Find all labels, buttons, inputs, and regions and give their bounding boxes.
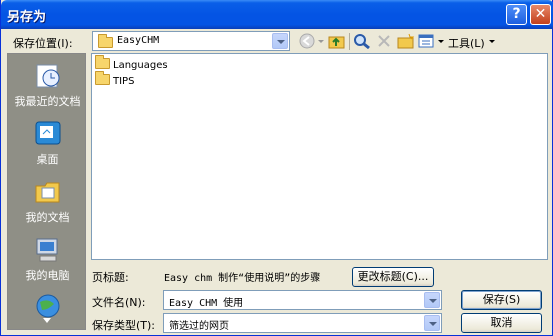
- save-button[interactable]: 保存(S): [461, 290, 542, 310]
- up-folder-icon[interactable]: [328, 33, 346, 49]
- close-button[interactable]: ✕: [530, 4, 551, 25]
- title-bar[interactable]: 另存为 ? ✕: [1, 0, 553, 29]
- filename-field[interactable]: Easy CHM 使用: [163, 290, 442, 310]
- filename-label: 文件名(N):: [92, 296, 146, 309]
- tools-menu[interactable]: 工具(L): [448, 35, 485, 51]
- delete-icon[interactable]: [376, 33, 392, 49]
- view-menu-icon[interactable]: [418, 33, 436, 49]
- place-recent-documents[interactable]: 我最近的文档: [8, 62, 87, 109]
- view-dropdown-icon[interactable]: [437, 33, 445, 49]
- folder-icon: [95, 71, 110, 85]
- place-label: 我的电脑: [25, 269, 70, 282]
- recent-documents-icon: [36, 64, 59, 88]
- place-my-documents[interactable]: 我的文档: [8, 178, 87, 225]
- cancel-button[interactable]: 取消: [461, 313, 542, 333]
- toolbar-separator: [349, 33, 350, 50]
- chevron-down-icon[interactable]: [424, 315, 440, 331]
- desktop-icon: [35, 121, 60, 145]
- my-computer-icon: [36, 238, 57, 262]
- filetype-label: 保存类型(T):: [92, 319, 156, 332]
- window-title: 另存为: [7, 10, 47, 25]
- place-label: 我的文档: [25, 211, 70, 224]
- save-as-dialog: 另存为 ? ✕ 保存位置(I): EasyCHM 工具(L) 我最近的文档 桌面…: [0, 0, 553, 336]
- list-item[interactable]: Languages: [95, 55, 168, 71]
- place-desktop[interactable]: 桌面: [8, 120, 87, 167]
- places-bar: 我最近的文档 桌面 我的文档 我的电脑: [7, 53, 86, 330]
- folder-icon: [98, 34, 113, 48]
- back-dropdown-icon[interactable]: [317, 33, 325, 49]
- chevron-down-icon[interactable]: [424, 292, 440, 308]
- place-my-computer[interactable]: 我的电脑: [8, 236, 87, 283]
- folder-icon: [95, 55, 110, 69]
- place-label: 桌面: [36, 153, 59, 166]
- tools-dropdown-icon[interactable]: [488, 33, 496, 49]
- change-title-button[interactable]: 更改标题(C)...: [352, 267, 434, 287]
- new-folder-icon[interactable]: [397, 33, 415, 49]
- chevron-down-icon[interactable]: [272, 33, 288, 49]
- list-item[interactable]: TIPS: [95, 71, 135, 87]
- help-button[interactable]: ?: [506, 4, 527, 25]
- page-title-value: Easy chm 制作“使用说明”的步骤: [164, 273, 321, 284]
- scroll-down-icon[interactable]: [43, 318, 51, 327]
- filetype-value: 筛选过的网页: [169, 321, 229, 332]
- back-icon[interactable]: [299, 33, 317, 49]
- page-title-label: 页标题:: [92, 271, 129, 284]
- search-web-icon[interactable]: [353, 33, 371, 50]
- file-name: Languages: [113, 60, 168, 71]
- network-places-icon: [36, 294, 59, 318]
- location-combobox[interactable]: EasyCHM: [92, 31, 290, 51]
- my-documents-icon: [35, 182, 59, 203]
- file-list[interactable]: Languages TIPS: [91, 53, 548, 260]
- filename-value: Easy CHM 使用: [169, 298, 244, 309]
- filetype-select[interactable]: 筛选过的网页: [163, 313, 442, 333]
- location-label: 保存位置(I):: [13, 37, 73, 50]
- file-name: TIPS: [113, 76, 135, 87]
- location-value: EasyCHM: [117, 35, 160, 46]
- place-label: 我最近的文档: [14, 95, 81, 108]
